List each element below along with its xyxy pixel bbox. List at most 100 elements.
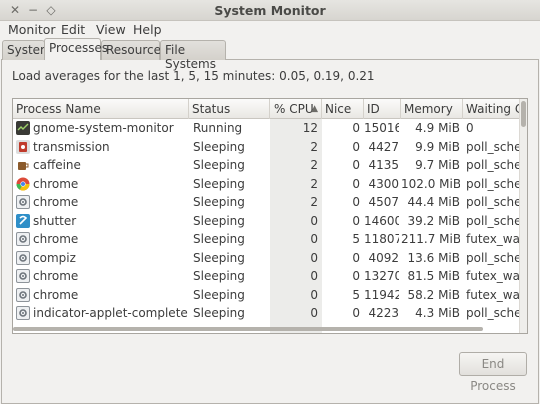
horizontal-scrollbar[interactable] <box>12 326 519 332</box>
menu-bar: Monitor Edit View Help <box>0 21 540 39</box>
process-name: gnome-system-monitor <box>33 121 174 135</box>
process-nice: 0 <box>352 269 360 283</box>
process-memory: 81.5 MiB <box>407 269 460 283</box>
table-row[interactable]: indicator-applet-complete Sleeping 0 0 4223 4… <box>13 304 520 323</box>
process-table: Process Name Status % CPU ▲ Nice ID Memor… <box>12 98 528 334</box>
vertical-scrollbar[interactable] <box>519 99 527 333</box>
process-name: chrome <box>33 176 79 191</box>
process-memory: 4.9 MiB <box>415 121 460 135</box>
process-id: 13270 <box>364 269 399 283</box>
process-status: Sleeping <box>193 250 245 265</box>
process-waiting-channel: futex_wait_ <box>466 269 520 283</box>
process-id: 15016 <box>364 121 399 135</box>
process-waiting-channel: poll_schedu <box>466 158 520 172</box>
process-id: 4427 <box>368 139 399 154</box>
process-waiting-channel: poll_schedu <box>466 139 520 154</box>
process-name: chrome <box>33 195 79 209</box>
table-row[interactable]: transmission Sleeping 2 0 4427 9.9 MiB poll_sc… <box>13 138 520 157</box>
table-row[interactable]: chrome Sleeping 0 5 11942 58.2 MiB futex_wait_ <box>13 286 520 305</box>
table-row[interactable]: chrome Sleeping 2 0 4507 44.4 MiB poll_schedu <box>13 193 520 212</box>
process-name: chrome <box>33 269 79 283</box>
menu-monitor[interactable]: Monitor <box>8 22 56 37</box>
cup-icon <box>16 158 30 172</box>
process-status: Sleeping <box>193 139 245 154</box>
process-name: shutter <box>33 213 77 228</box>
table-row[interactable]: caffeine Sleeping 2 0 4135 9.7 MiB poll_schedu <box>13 156 520 175</box>
process-memory: 44.4 MiB <box>407 195 460 209</box>
process-waiting-channel: 0 <box>466 121 474 135</box>
vertical-scroll-thumb[interactable] <box>521 101 526 127</box>
col-nice[interactable]: Nice <box>322 99 364 119</box>
process-nice: 0 <box>352 121 360 135</box>
load-averages: Load averages for the last 1, 5, 15 minu… <box>12 69 375 83</box>
process-status: Sleeping <box>193 195 245 209</box>
gear-icon <box>16 287 30 302</box>
process-nice: 0 <box>352 176 360 191</box>
process-name: compiz <box>33 250 76 265</box>
col-status[interactable]: Status <box>189 99 270 119</box>
shutter-icon <box>16 213 30 228</box>
process-name: caffeine <box>33 158 81 172</box>
process-memory: 58.2 MiB <box>407 287 460 302</box>
menu-edit[interactable]: Edit <box>61 22 85 37</box>
gear-icon <box>16 306 30 320</box>
process-nice: 0 <box>352 250 360 265</box>
process-nice: 5 <box>352 287 360 302</box>
process-status: Sleeping <box>193 176 245 191</box>
process-nice: 5 <box>352 232 360 246</box>
col-id[interactable]: ID <box>364 99 401 119</box>
process-id: 11807 <box>364 232 399 246</box>
process-waiting-channel: futex_wait_ <box>466 287 520 302</box>
menu-view[interactable]: View <box>96 22 126 37</box>
process-cpu: 12 <box>302 121 318 135</box>
process-nice: 0 <box>352 306 360 320</box>
col-cpu[interactable]: % CPU ▲ <box>270 99 322 119</box>
process-memory: 211.7 MiB <box>401 232 460 246</box>
end-process-button[interactable]: End Process <box>459 352 527 393</box>
table-row[interactable]: chrome Sleeping 0 0 13270 81.5 MiB futex_wait_ <box>13 267 520 286</box>
process-memory: 102.0 MiB <box>401 176 460 191</box>
process-id: 14600 <box>364 213 399 228</box>
process-waiting-channel: poll_schedu <box>466 176 520 191</box>
table-body: gnome-system-monitor Running 12 0 15016 4.9 M… <box>13 119 520 333</box>
gear-icon <box>16 250 30 265</box>
tab-processes[interactable]: Processes <box>44 38 108 60</box>
table-header: Process Name Status % CPU ▲ Nice ID Memor… <box>13 99 527 119</box>
table-row[interactable]: chrome Sleeping 2 0 4300102.0 MiB poll_schedu <box>13 175 520 194</box>
window-title: System Monitor <box>214 3 326 18</box>
title-bar: ✕ − ◇ System Monitor <box>0 0 540 21</box>
process-status: Sleeping <box>193 158 245 172</box>
process-status: Sleeping <box>193 269 245 283</box>
process-id: 4507 <box>368 195 399 209</box>
sort-ascending-icon: ▲ <box>311 104 318 114</box>
table-row[interactable]: gnome-system-monitor Running 12 0 15016 4.9 M… <box>13 119 520 138</box>
process-cpu: 0 <box>310 306 318 320</box>
tab-system[interactable]: System <box>2 40 52 60</box>
col-process-name[interactable]: Process Name <box>13 99 189 119</box>
process-id: 4223 <box>368 306 399 320</box>
process-cpu: 0 <box>310 269 318 283</box>
table-row[interactable]: chrome Sleeping 0 5 11807211.7 MiB futex_wait… <box>13 230 520 249</box>
col-waiting-channel[interactable]: Waiting Cha <box>463 99 520 119</box>
process-name: chrome <box>33 232 79 246</box>
process-cpu: 2 <box>310 195 318 209</box>
col-memory[interactable]: Memory <box>401 99 463 119</box>
table-row[interactable]: shutter Sleeping 0 0 14600 39.2 MiB poll_sched… <box>13 212 520 231</box>
col-cpu-label: % CPU <box>274 102 314 116</box>
transmission-icon <box>16 139 30 154</box>
process-name: transmission <box>33 139 110 154</box>
table-row[interactable]: compiz Sleeping 0 0 4092 13.6 MiB poll_schedu <box>13 249 520 268</box>
process-cpu: 2 <box>310 139 318 154</box>
process-memory: 9.7 MiB <box>415 158 460 172</box>
process-nice: 0 <box>352 158 360 172</box>
menu-help[interactable]: Help <box>133 22 162 37</box>
process-memory: 9.9 MiB <box>415 139 460 154</box>
tab-resources[interactable]: Resources <box>101 40 167 60</box>
process-cpu: 0 <box>310 232 318 246</box>
process-status: Sleeping <box>193 306 245 320</box>
tab-file-systems[interactable]: File Systems <box>160 40 226 71</box>
horizontal-scroll-thumb[interactable] <box>13 327 483 331</box>
process-status: Running <box>193 121 243 135</box>
process-status: Sleeping <box>193 232 245 246</box>
process-memory: 13.6 MiB <box>407 250 460 265</box>
